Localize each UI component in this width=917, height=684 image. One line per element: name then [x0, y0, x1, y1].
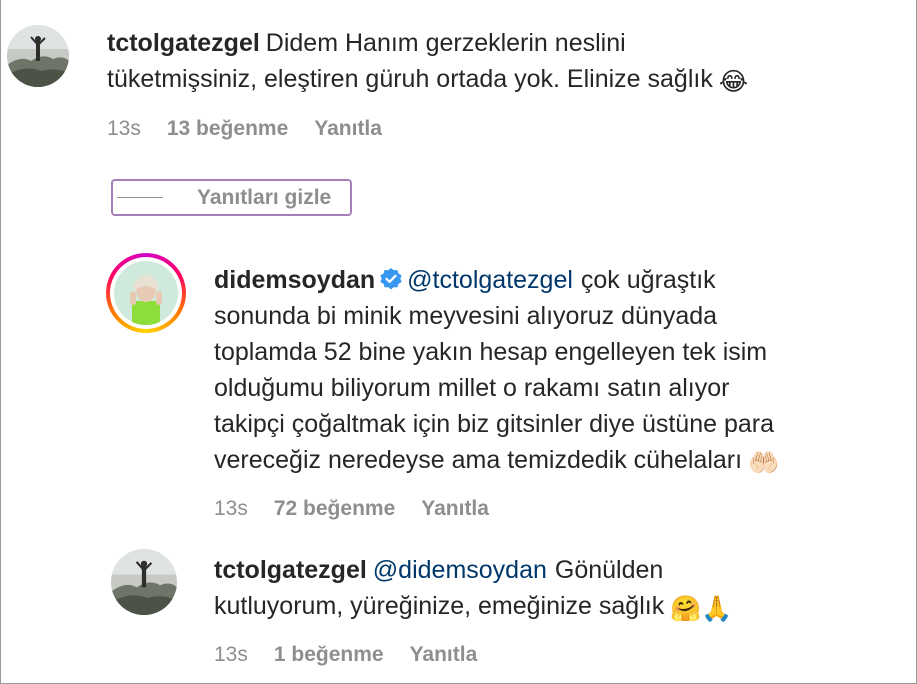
divider-line [117, 197, 163, 198]
comment-text: tctolgatezgel Didem Hanım gerzeklerin nes… [107, 25, 897, 100]
comment-username[interactable]: tctolgatezgel [107, 29, 260, 57]
reply-meta: 13s 1 beğenme Yanıtla [214, 643, 477, 667]
palms-up-emoji: 🤲🏻 [748, 449, 780, 477]
hugging-praying-emoji: 🤗🙏 [670, 595, 733, 623]
reply-mention[interactable]: @tctolgatezgel [407, 266, 573, 294]
laughing-emoji: 😂 [718, 68, 749, 96]
reply-body-line-4: olduğumu biliyorum millet o rakamı satın… [214, 374, 730, 402]
reply-body-line-5: takipçi çoğaltmak için biz gitsinler diy… [214, 410, 774, 438]
reply-body-line-6: vereceğiz neredeyse ama temizdedik cühel… [214, 446, 743, 474]
comment-body-line-2: tüketmişsiniz, eleştiren güruh ortada yo… [107, 65, 713, 93]
avatar-story-ring[interactable] [106, 253, 186, 333]
reply-username[interactable]: tctolgatezgel [214, 556, 367, 584]
reply-body-line-2: kutluyorum, yüreğinize, emeğinize sağlık [214, 592, 665, 620]
reply-body-line-3: toplamda 52 bine yakın hesap engelleyen … [214, 338, 768, 366]
reply-likes[interactable]: 1 beğenme [274, 643, 384, 667]
comment-time[interactable]: 13s [107, 117, 141, 141]
avatar-photo [111, 549, 177, 615]
reply-body-line-1: çok uğraştık [580, 266, 716, 294]
reply-mention[interactable]: @didemsoydan [373, 556, 547, 584]
comment-likes[interactable]: 13 beğenme [167, 117, 288, 141]
reply-text: didemsoydan @tctolgatezgel çok uğraştık s… [214, 262, 904, 481]
verified-badge-icon [380, 268, 402, 290]
reply-likes[interactable]: 72 beğenme [274, 497, 395, 521]
avatar[interactable] [111, 549, 177, 615]
reply-username[interactable]: didemsoydan [214, 266, 375, 294]
avatar-photo [114, 261, 178, 325]
comment [7, 25, 69, 87]
reply-button[interactable]: Yanıtla [314, 117, 382, 141]
reply-body-line-2: sonunda bi minik meyvesini alıyoruz düny… [214, 302, 718, 330]
reply-text: tctolgatezgel @didemsoydan Gönülden kutluy… [214, 552, 904, 627]
avatar[interactable] [7, 25, 69, 87]
reply-button[interactable]: Yanıtla [410, 643, 478, 667]
reply-time[interactable]: 13s [214, 643, 248, 667]
hide-replies-label: Yanıtları gizle [197, 185, 332, 209]
avatar-photo [7, 25, 69, 87]
comment-body-line-1: Didem Hanım gerzeklerin neslini [265, 29, 626, 57]
comment-meta: 13s 13 beğenme Yanıtla [107, 117, 382, 141]
reply-time[interactable]: 13s [214, 497, 248, 521]
reply-body-line-1: Gönülden [554, 556, 664, 584]
reply-button[interactable]: Yanıtla [421, 497, 489, 521]
reply-meta: 13s 72 beğenme Yanıtla [214, 497, 489, 521]
hide-replies-button[interactable]: Yanıtları gizle [111, 179, 352, 216]
